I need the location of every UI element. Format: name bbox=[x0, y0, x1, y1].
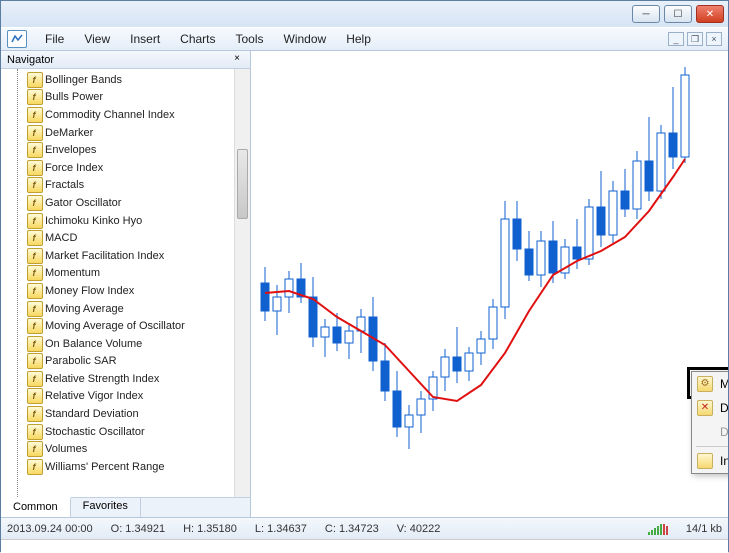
status-traffic: 14/1 kb bbox=[686, 523, 722, 535]
indicator-macd[interactable]: MACD bbox=[1, 229, 250, 247]
indicator-bulls-power[interactable]: Bulls Power bbox=[1, 89, 250, 107]
indicator-relative-strength-index[interactable]: Relative Strength Index bbox=[1, 370, 250, 388]
indicator-volumes[interactable]: Volumes bbox=[1, 440, 250, 458]
menu-file[interactable]: File bbox=[35, 29, 74, 49]
navigator-panel: Navigator × Bollinger BandsBulls PowerCo… bbox=[1, 51, 251, 517]
status-datetime: 2013.09.24 00:00 bbox=[7, 523, 93, 535]
indicator-relative-vigor-index[interactable]: Relative Vigor Index bbox=[1, 388, 250, 406]
menu-view[interactable]: View bbox=[74, 29, 120, 49]
tab-common[interactable]: Common bbox=[1, 497, 71, 517]
indicator-williams-percent-range[interactable]: Williams' Percent Range bbox=[1, 458, 250, 476]
child-close-button[interactable]: × bbox=[706, 32, 722, 46]
menu-separator bbox=[696, 446, 728, 447]
status-open: O: 1.34921 bbox=[111, 523, 165, 535]
status-close: C: 1.34723 bbox=[325, 523, 379, 535]
footer-strip bbox=[1, 539, 728, 553]
status-high: H: 1.35180 bbox=[183, 523, 237, 535]
navigator-tabs: Common Favorites bbox=[1, 497, 250, 517]
scrollbar-thumb[interactable] bbox=[237, 149, 248, 219]
menu-delete-indicator-window: Delete Indicator Window bbox=[692, 420, 728, 444]
connection-bars-icon bbox=[648, 523, 668, 535]
menu-delete-indicator[interactable]: Delete Indicator bbox=[692, 396, 728, 420]
child-restore-button[interactable]: ❐ bbox=[687, 32, 703, 46]
window-minimize-button[interactable]: ─ bbox=[632, 5, 660, 23]
indicator-envelopes[interactable]: Envelopes bbox=[1, 141, 250, 159]
status-low: L: 1.34637 bbox=[255, 523, 307, 535]
menu-insert[interactable]: Insert bbox=[120, 29, 170, 49]
tab-favorites[interactable]: Favorites bbox=[71, 498, 141, 517]
indicator-market-facilitation-index[interactable]: Market Facilitation Index bbox=[1, 247, 250, 265]
status-volume: V: 40222 bbox=[397, 523, 441, 535]
indicator-bollinger-bands[interactable]: Bollinger Bands bbox=[1, 71, 250, 89]
indicator-momentum[interactable]: Momentum bbox=[1, 265, 250, 283]
indicator-context-menu: MA(10) properties... Delete Indicator De… bbox=[691, 371, 728, 474]
navigator-header: Navigator × bbox=[1, 51, 250, 69]
window-maximize-button[interactable]: ☐ bbox=[664, 5, 692, 23]
indicator-moving-average[interactable]: Moving Average bbox=[1, 300, 250, 318]
indicator-ichimoku-kinko-hyo[interactable]: Ichimoku Kinko Hyo bbox=[1, 212, 250, 230]
status-bar: 2013.09.24 00:00 O: 1.34921 H: 1.35180 L… bbox=[1, 517, 728, 539]
indicator-fractals[interactable]: Fractals bbox=[1, 177, 250, 195]
window-titlebar: ─ ☐ ✕ bbox=[1, 1, 728, 27]
list-icon bbox=[697, 453, 713, 469]
indicator-money-flow-index[interactable]: Money Flow Index bbox=[1, 282, 250, 300]
indicator-on-balance-volume[interactable]: On Balance Volume bbox=[1, 335, 250, 353]
menu-charts[interactable]: Charts bbox=[170, 29, 225, 49]
workspace: Navigator × Bollinger BandsBulls PowerCo… bbox=[1, 51, 728, 517]
indicator-commodity-channel-index[interactable]: Commodity Channel Index bbox=[1, 106, 250, 124]
navigator-title: Navigator bbox=[7, 54, 54, 66]
indicator-parabolic-sar[interactable]: Parabolic SAR bbox=[1, 353, 250, 371]
indicator-standard-deviation[interactable]: Standard Deviation bbox=[1, 405, 250, 423]
indicator-gator-oscillator[interactable]: Gator Oscillator bbox=[1, 194, 250, 212]
menu-ma-properties[interactable]: MA(10) properties... bbox=[692, 372, 728, 396]
navigator-tree[interactable]: Bollinger BandsBulls PowerCommodity Chan… bbox=[1, 69, 250, 497]
window-close-button[interactable]: ✕ bbox=[696, 5, 724, 23]
indicator-demarker[interactable]: DeMarker bbox=[1, 124, 250, 142]
navigator-scrollbar[interactable] bbox=[234, 69, 250, 497]
menu-indicators-list[interactable]: Indicators List Ctrl+I bbox=[692, 449, 728, 473]
chart-area[interactable]: Edit Indicator MA(10) properties... Dele… bbox=[251, 51, 728, 517]
properties-icon bbox=[697, 376, 713, 392]
app-icon bbox=[7, 30, 27, 48]
indicator-stochastic-oscillator[interactable]: Stochastic Oscillator bbox=[1, 423, 250, 441]
menu-bar: FileViewInsertChartsToolsWindowHelp _ ❐ … bbox=[1, 27, 728, 51]
menu-window[interactable]: Window bbox=[274, 29, 337, 49]
indicator-force-index[interactable]: Force Index bbox=[1, 159, 250, 177]
menu-help[interactable]: Help bbox=[336, 29, 381, 49]
navigator-close-icon[interactable]: × bbox=[230, 53, 244, 67]
child-minimize-button[interactable]: _ bbox=[668, 32, 684, 46]
delete-icon bbox=[697, 400, 713, 416]
menu-tools[interactable]: Tools bbox=[226, 29, 274, 49]
indicator-moving-average-of-oscillator[interactable]: Moving Average of Oscillator bbox=[1, 317, 250, 335]
